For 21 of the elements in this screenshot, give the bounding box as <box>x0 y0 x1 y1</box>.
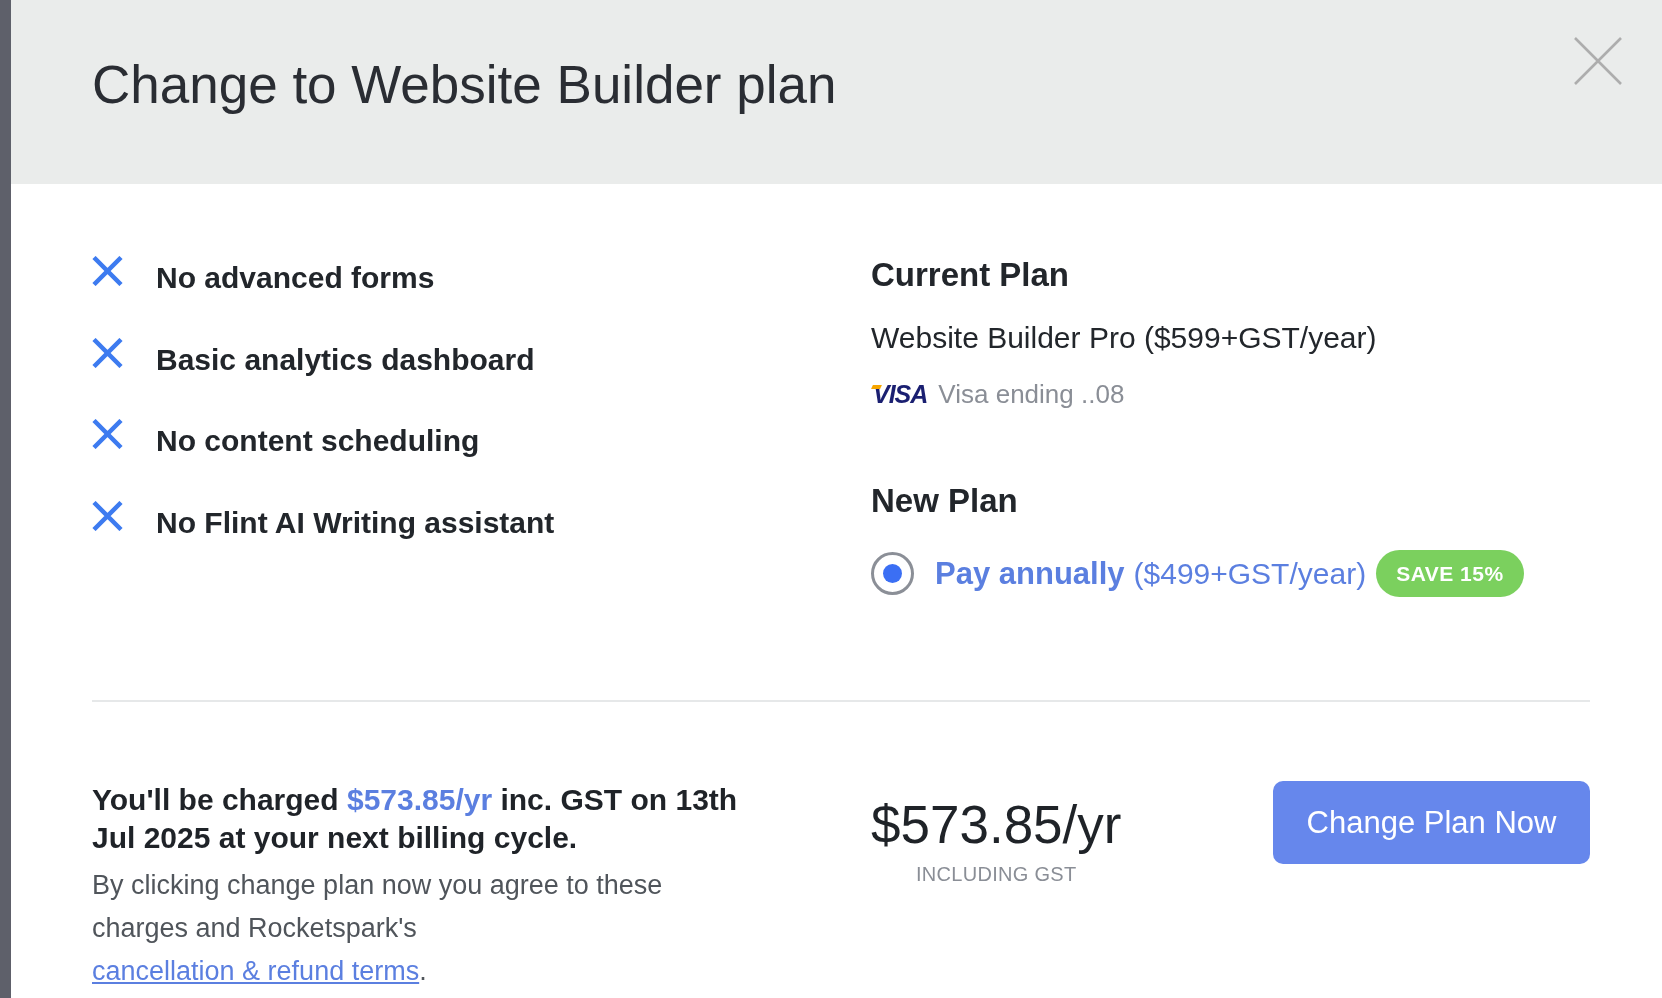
current-plan-name: Website Builder Pro ($599+GST/year) <box>871 320 1377 356</box>
option-label[interactable]: Pay annually <box>935 555 1125 592</box>
feature-label: No Flint AI Writing assistant <box>156 504 555 541</box>
agreement-text: By clicking change plan now you agree to these charges and Rocketspark's cancellation & refund terms. <box>92 869 664 988</box>
feature-label: No advanced forms <box>156 260 435 296</box>
radio-button[interactable] <box>871 552 914 595</box>
save-badge: SAVE 15% <box>1376 550 1524 597</box>
option-price: ($499+GST/year) <box>1133 556 1367 591</box>
close-icon <box>1574 37 1622 85</box>
price-total: $573.85/yr <box>871 795 1122 855</box>
price-note: INCLUDING GST <box>915 862 1077 886</box>
dialog-title: Change to Website Builder plan <box>92 54 837 116</box>
section-heading: Current Plan <box>871 255 1070 295</box>
feature-label: Basic analytics dashboard <box>156 341 535 378</box>
card-label: Visa ending ..08 <box>938 378 1125 411</box>
change-plan-button[interactable]: Change Plan Now <box>1273 781 1590 864</box>
terms-link[interactable]: cancellation & refund terms <box>92 956 420 986</box>
charge-notice: You'll be charged $573.85/yr inc. GST on 13th Jul 2025 at your next billing cycle. <box>92 782 739 856</box>
feature-label: No content scheduling <box>156 423 480 459</box>
card-brand-logo: VISA <box>871 380 928 408</box>
section-heading: New Plan <box>871 481 1018 521</box>
